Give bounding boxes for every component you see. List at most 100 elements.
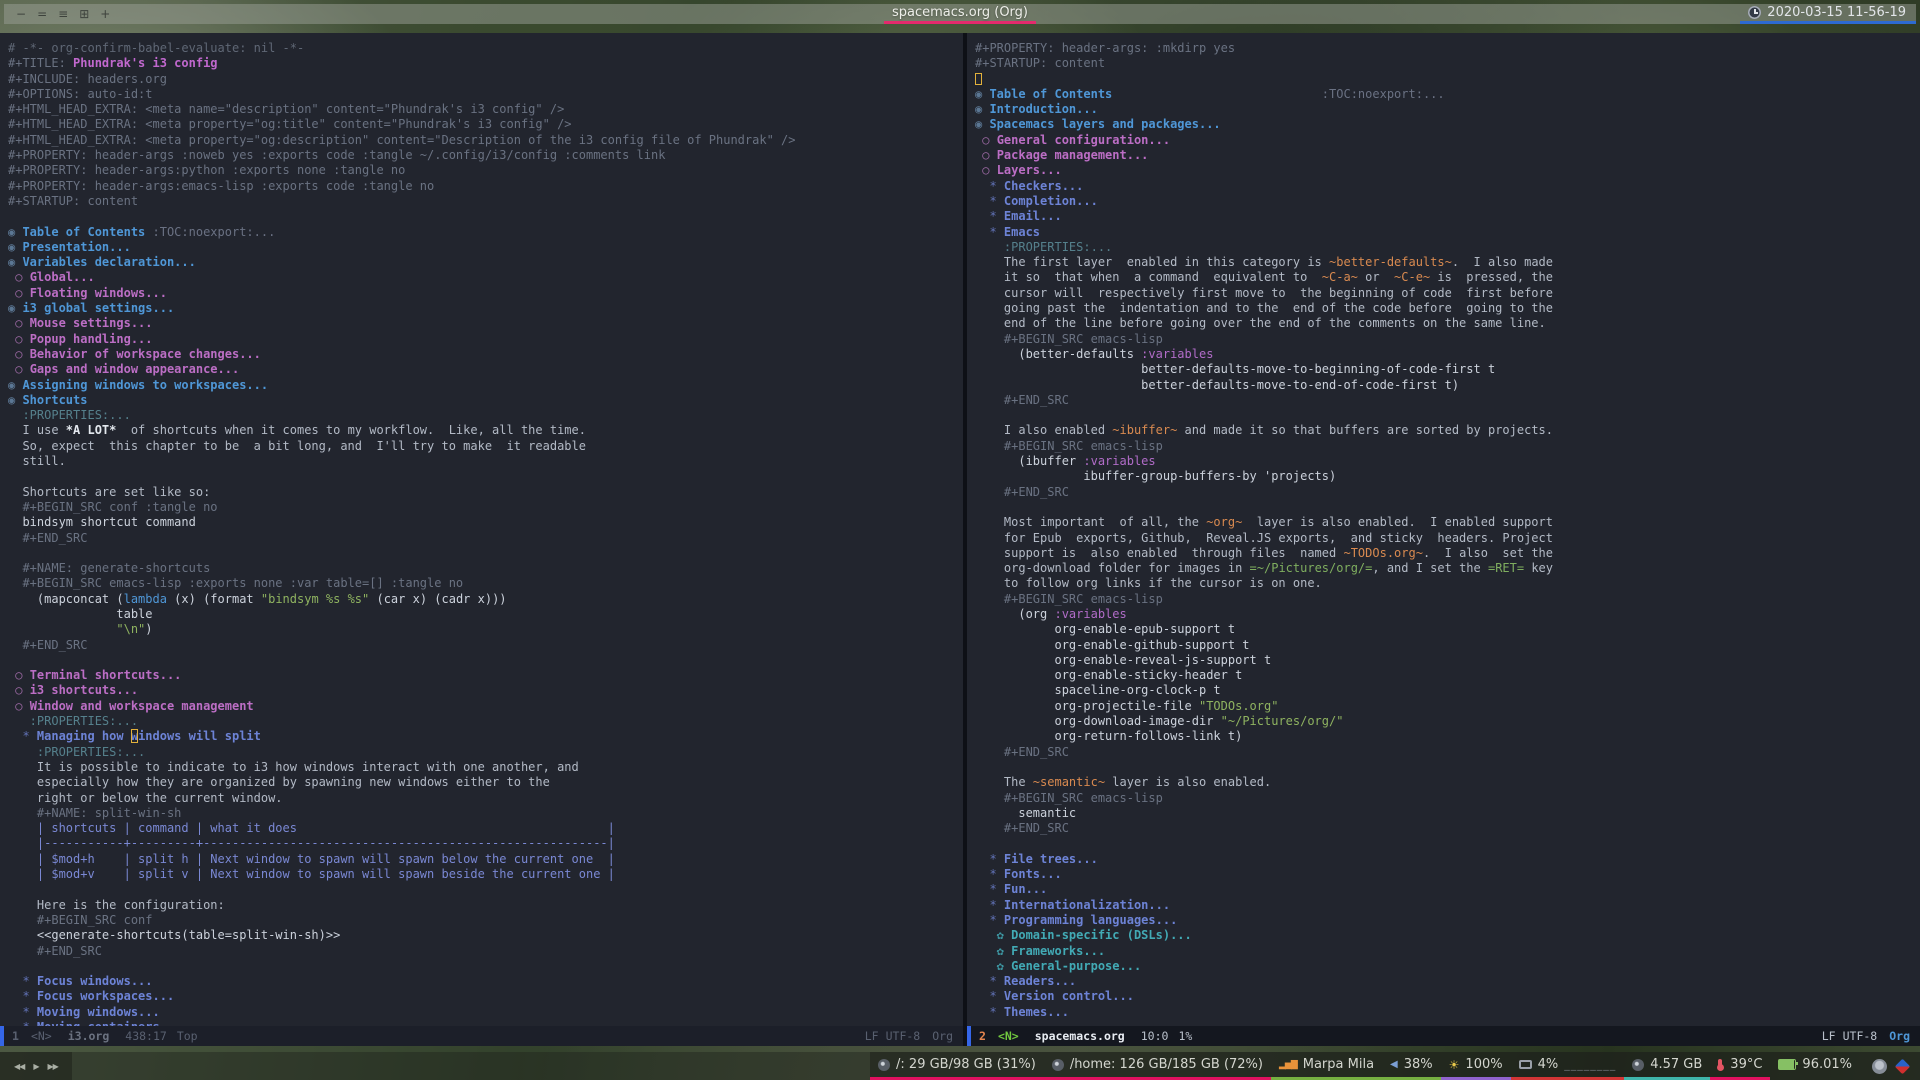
buffer-line: ○ Gaps and window appearance... (8, 362, 240, 377)
encoding-indicator: UTF-8 (1842, 1029, 1878, 1043)
eol-indicator: LF (1821, 1029, 1836, 1043)
discord-icon[interactable] (1872, 1058, 1887, 1074)
tray-module-text: /home: 126 GB/185 GB (72%) (1069, 1057, 1263, 1072)
window-accent-bar (0, 1026, 4, 1046)
buffer-line: to follow org links if the cursor is on … (975, 576, 1322, 591)
buffer-spacemacs-org[interactable]: #+PROPERTY: header-args: :mkdirp yes #+ST… (967, 33, 1920, 1026)
buffer-line: (org :variables (975, 606, 1127, 621)
disk-icon (1051, 1058, 1064, 1071)
buffer-line: * Emacs (975, 224, 1041, 239)
buffer-line: | $mod+v | split v | Next window to spaw… (8, 867, 615, 882)
buffer-line: * Internationalization... (975, 897, 1171, 912)
buffer-line (8, 882, 963, 897)
tray-modules: /: 29 GB/98 GB (31%) /home: 126 GB/185 GB… (870, 1052, 1860, 1080)
buffer-line: #+PROPERTY: header-args: :mkdirp yes (975, 41, 1236, 55)
tray-module-now-playing[interactable]: ▂▅▇ Marpa Mila (1270, 1052, 1383, 1080)
buffer-line: org-download folder for images in =~/Pic… (975, 561, 1553, 576)
buffer-line: ◉ Assigning windows to workspaces... (8, 377, 269, 392)
tray-module-memory[interactable]: 4.57 GB (1624, 1052, 1711, 1080)
buffer-line: #+END_SRC (8, 530, 88, 545)
buffer-line: #+STARTUP: content (8, 193, 139, 208)
memory-icon (1632, 1058, 1645, 1071)
buffer-line: spaceline-org-clock-p t (975, 683, 1221, 698)
buffer-line: * Themes... (975, 1004, 1069, 1019)
buffer-line: org-return-follows-link t) (975, 729, 1243, 744)
tray-module-battery[interactable]: 96.01% (1770, 1052, 1860, 1080)
buffer-line: * Fonts... (975, 867, 1062, 882)
buffer-line: semantic (975, 805, 1077, 820)
new-window-icon[interactable]: + (100, 4, 110, 24)
modeline-window-2[interactable]: 2 <N> spacemacs.org 10:0 1% LF UTF-8 Org (967, 1026, 1920, 1046)
equalizer-icon: ▂▅▇ (1278, 1059, 1298, 1070)
buffer-line: ○ Window and workspace management (8, 698, 254, 713)
buffer-i3-org[interactable]: # -*- org-confirm-babel-evaluate: nil -*… (0, 33, 963, 1026)
buffer-line: (ibuffer :variables (975, 454, 1156, 469)
buffer-line: Most important of all, the ~org~ layer i… (975, 515, 1553, 530)
buffer-line: ◉ Introduction... (975, 102, 1098, 117)
buffer-line: #+BEGIN_SRC emacs-lisp (975, 331, 1163, 346)
emacs-window-2: #+PROPERTY: header-args: :mkdirp yes #+ST… (967, 33, 1920, 1046)
buffer-line: * Focus windows... (8, 974, 153, 989)
buffer-line: "\n") (116, 622, 153, 637)
media-controls: ◀◀ ▶ ▶▶ (0, 1052, 72, 1080)
tray-module-volume[interactable]: ◀ 38% (1382, 1052, 1441, 1080)
media-play-button[interactable]: ▶ (33, 1062, 39, 1071)
buffer-line: ✿ Domain-specific (DSLs)... (975, 928, 1192, 943)
tray-module-disk-root[interactable]: /: 29 GB/98 GB (31%) (870, 1052, 1044, 1080)
buffer-line (975, 760, 1920, 775)
buffer-line: ○ General configuration... (975, 132, 1171, 147)
buffer-line: #+BEGIN_SRC emacs-lisp (975, 591, 1163, 606)
battery-icon (1778, 1059, 1799, 1070)
status-bar: ◀◀ ▶ ▶▶ /: 29 GB/98 GB (31%)/home: 126 GB/… (0, 1052, 1920, 1080)
buffer-line: ○ Floating windows... (8, 285, 167, 300)
tray-module-disk-home[interactable]: /home: 126 GB/185 GB (72%) (1043, 1052, 1271, 1080)
modeline-window-1[interactable]: 1 <N> i3.org 438:17 Top LF UTF-8 Org (0, 1026, 963, 1046)
shield-app-icon[interactable] (1894, 1058, 1911, 1074)
buffer-line: #+OPTIONS: auto-id:t (8, 86, 153, 101)
buffer-line: org-download-image-dir "~/Pictures/org/" (975, 714, 1344, 729)
layout-split-icon[interactable]: ⊞ (79, 4, 89, 24)
buffer-line: better-defaults-move-to-beginning-of-cod… (975, 362, 1496, 377)
major-mode[interactable]: Org (932, 1026, 953, 1046)
buffer-line: #+PROPERTY: header-args:python :exports … (8, 163, 406, 178)
buffer-line: <<generate-shortcuts(table=split-win-sh)… (8, 928, 341, 943)
buffer-line: ○ Behavior of workspace changes... (8, 346, 261, 361)
minimize-icon[interactable]: − (16, 4, 26, 24)
buffer-line (975, 72, 1920, 87)
buffer-line: #+HTML_HEAD_EXTRA: <meta name="descripti… (8, 102, 565, 117)
thermometer-icon (1716, 1059, 1724, 1071)
eol-indicator: LF (864, 1029, 879, 1043)
buffer-line: bindsym shortcut command (8, 515, 196, 530)
buffer-line: ◉ Variables declaration... (8, 255, 196, 270)
window-accent-bar (967, 1026, 971, 1046)
buffer-line: :PROPERTIES:... (8, 714, 139, 729)
tray-module-brightness[interactable]: ☀ 100% (1440, 1052, 1511, 1080)
media-previous-button[interactable]: ◀◀ (14, 1062, 25, 1071)
buffer-name: i3.org (67, 1029, 110, 1043)
buffer-line: It is possible to indicate to i3 how win… (8, 759, 579, 774)
buffer-line: org-enable-reveal-js-support t (975, 652, 1272, 667)
tray-module-cpu[interactable]: 4% ________ (1510, 1052, 1625, 1080)
buffer-line: #+PROPERTY: header-args:emacs-lisp :expo… (8, 178, 435, 193)
major-mode[interactable]: Org (1889, 1026, 1910, 1046)
clock-module: 2020-03-15 11-56-19 (1740, 4, 1916, 24)
encoding-indicator: UTF-8 (885, 1029, 921, 1043)
buffer-line: #+INCLUDE: headers.org (8, 71, 167, 86)
media-next-button[interactable]: ▶▶ (47, 1062, 58, 1071)
emacs-window-1: # -*- org-confirm-babel-evaluate: nil -*… (0, 33, 963, 1046)
buffer-line (8, 959, 963, 974)
buffer-line: I use *A LOT* of shortcuts when it comes… (8, 423, 586, 438)
scroll-position: 1% (1178, 1029, 1193, 1043)
buffer-line: :PROPERTIES:... (8, 408, 131, 423)
buffer-line: * Moving windows... (8, 1004, 160, 1019)
tray-module-temperature[interactable]: 39°C (1710, 1052, 1771, 1080)
tray-module-text: 100% (1465, 1057, 1503, 1072)
buffer-line: :PROPERTIES:... (975, 239, 1113, 254)
buffer-line: ibuffer-group-buffers-by 'projects) (975, 469, 1337, 484)
buffer-line: #+NAME: generate-shortcuts (8, 561, 211, 576)
scroll-position: Top (176, 1029, 198, 1043)
layout-stacked-icon[interactable]: = (37, 4, 47, 24)
layout-tabbed-icon[interactable]: ≡ (58, 4, 68, 24)
buffer-line: So, expect this chapter to be a bit long… (8, 438, 586, 453)
buffer-line: org-projectile-file "TODOs.org" (975, 698, 1279, 713)
